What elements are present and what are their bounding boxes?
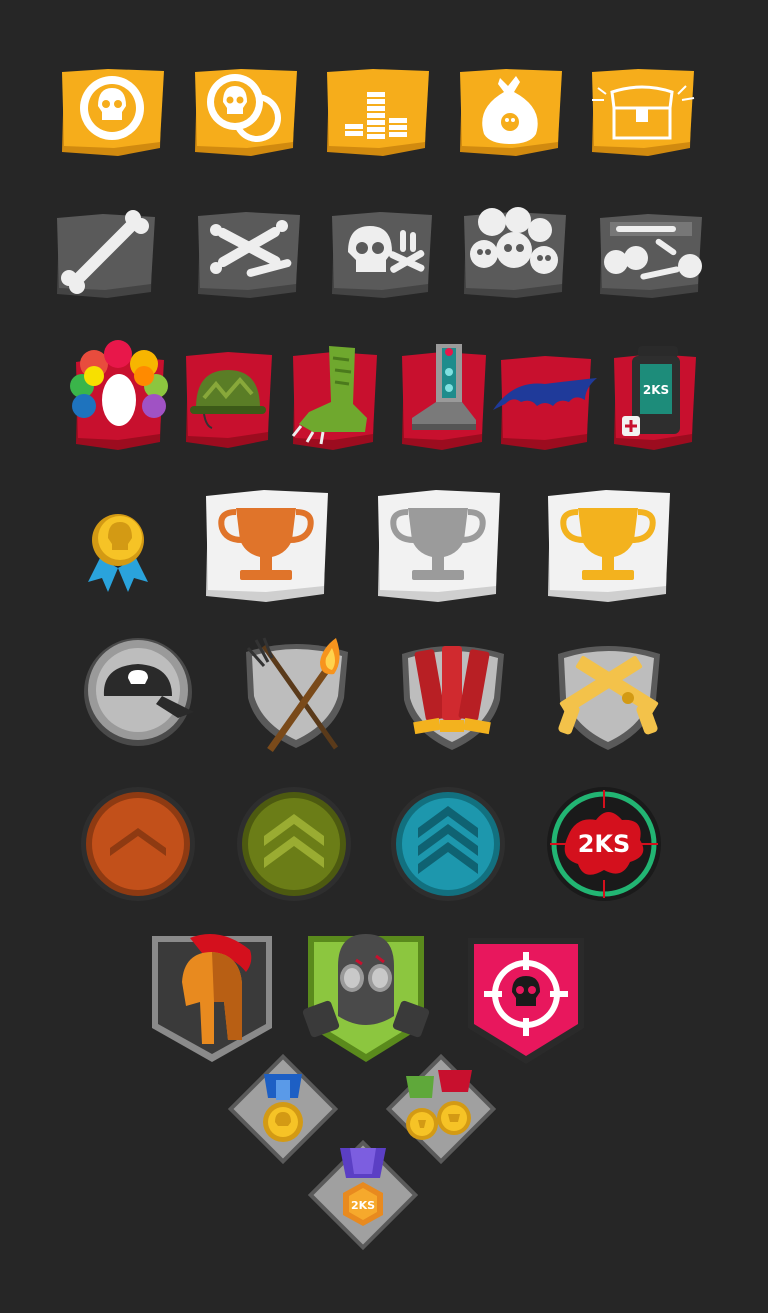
badge-splat-2ks[interactable]: 2KS <box>546 786 662 902</box>
badge-rank-one[interactable] <box>80 786 196 902</box>
badge-rank-two[interactable] <box>236 786 352 902</box>
badge-silver-trophy[interactable] <box>374 490 502 602</box>
badge-skull-pile[interactable] <box>462 207 568 300</box>
medal-logo-text: 2KS <box>351 1199 375 1212</box>
badge-pitchfork-torch[interactable] <box>240 637 354 753</box>
badge-shotgun-shells[interactable] <box>396 640 510 752</box>
badge-skull-and-bones[interactable] <box>330 208 434 300</box>
badge-army-helmet[interactable] <box>182 352 274 448</box>
shotgun-shells-icon <box>413 646 491 735</box>
badge-zombie-leg[interactable] <box>289 346 379 450</box>
badge-skull-coins-pair[interactable] <box>191 68 299 160</box>
badge-spartan-helmet[interactable] <box>150 932 274 1064</box>
jetpack-logo-text: 2KS <box>643 383 669 397</box>
badge-money-bag[interactable] <box>456 68 564 160</box>
badge-crossed-pistols[interactable] <box>552 640 666 752</box>
badge-robot-leg[interactable] <box>398 344 488 450</box>
badge-gas-mask[interactable] <box>302 930 430 1064</box>
blue-medal-icon <box>263 1074 303 1142</box>
badge-coin-stacks[interactable] <box>323 68 431 160</box>
badge-rank-three[interactable] <box>390 786 506 902</box>
badge-skull-crosshair[interactable] <box>464 932 588 1066</box>
clown-wig-icon <box>70 340 168 426</box>
badge-crossed-bones[interactable] <box>196 208 302 300</box>
badge-bone-crate[interactable] <box>598 210 704 300</box>
badge-ribbon-medal[interactable] <box>86 508 150 596</box>
splat-logo-text: 2KS <box>578 830 631 858</box>
badge-bat-wings[interactable] <box>493 350 597 450</box>
badge-single-bone[interactable] <box>55 210 157 300</box>
badge-jetpack[interactable]: 2KS <box>610 346 698 450</box>
badge-skull-cap[interactable] <box>82 636 196 746</box>
badge-purple-2ks-medal[interactable]: 2KS <box>304 1136 422 1254</box>
badge-skull-coin[interactable] <box>58 68 166 160</box>
badge-bronze-trophy[interactable] <box>202 490 330 602</box>
badge-clown-wig[interactable] <box>70 340 168 450</box>
ribbon-medal-icon <box>88 514 148 592</box>
badge-gold-trophy[interactable] <box>544 490 672 602</box>
badge-treasure-chest[interactable] <box>586 68 700 160</box>
